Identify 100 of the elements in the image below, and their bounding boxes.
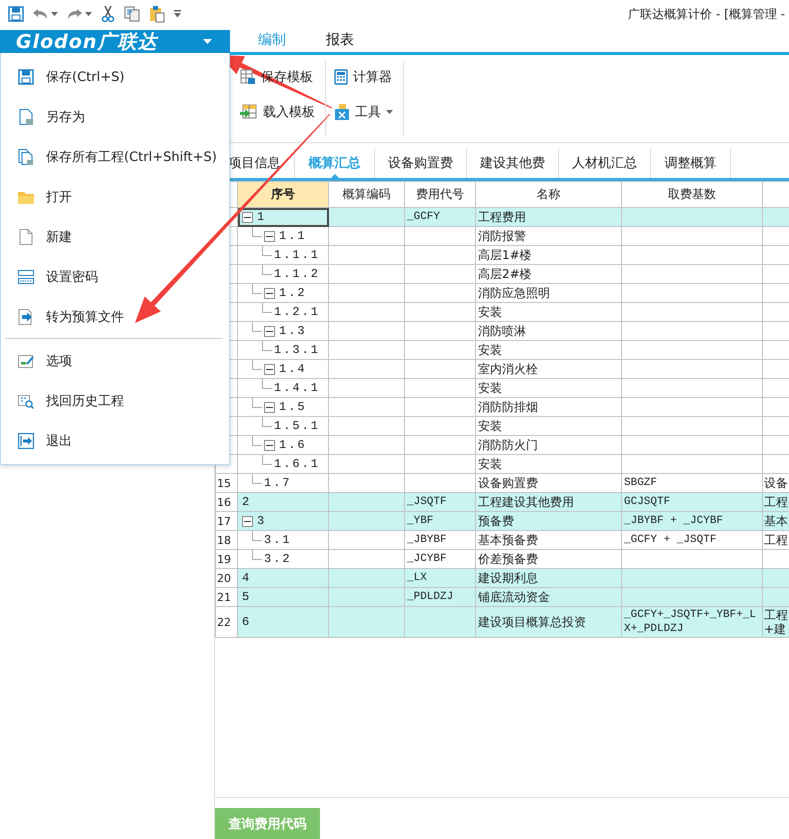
outline-cell[interactable]: 1.3 [238,322,328,340]
table-cell: _GCFY + _JSQTF [622,530,762,550]
table-cell: 建设项目概算总投资 [476,606,622,638]
outline-number: 1.1.1 [274,248,320,262]
outline-cell[interactable]: 1.4 [238,360,328,378]
table-cell: 预备费 [476,512,622,530]
row-number: 16 [216,492,238,512]
outline-number: 1.5 [279,400,307,414]
collapse-toggle[interactable] [264,230,275,242]
paste-icon[interactable] [149,5,165,23]
customize-icon[interactable] [174,10,181,18]
collapse-toggle[interactable] [264,440,275,450]
caret-icon [203,39,212,44]
column-header[interactable]: 取费基数 [622,182,762,208]
menu-item[interactable]: 保存(Ctrl+S) [1,57,229,97]
row-number: 18 [216,530,238,550]
exit-icon [18,433,34,449]
ribbon-button[interactable]: 载入模板 [240,101,315,123]
outline-cell[interactable]: 1.6 [238,436,328,454]
caret-icon [51,12,58,16]
copy-icon[interactable] [124,6,140,22]
outline-cell[interactable]: 2 [238,492,328,512]
row-number: 21 [216,588,238,606]
sheet-tab[interactable]: 设备购置费 [375,148,467,178]
menu-item[interactable]: 退出 [1,421,229,461]
undo-icon [33,8,48,20]
outline-cell[interactable]: 1.2.1 [238,302,328,322]
collapse-toggle[interactable] [264,326,275,336]
table-cell: 安装 [476,454,622,474]
table-cell: 工程费用 [476,208,622,226]
table-cell: GCJSQTF [622,492,762,512]
table-cell: 消防喷淋 [476,322,622,340]
table-cell: _GCFY+_JSQTF+_YBF+_LX+_PDLDZJ [622,606,762,638]
table-cell: _LX [404,568,476,588]
outline-cell[interactable]: 1.5.1 [238,416,328,436]
table-cell: 铺底流动资金 [476,588,622,606]
outline-number: 1.1 [279,229,307,243]
outline-number: 1.5.1 [274,419,320,433]
menu-item[interactable]: 设置密码 [1,257,229,297]
window-title: 广联达概算计价 - [概算管理 - [628,6,785,22]
outline-number: 4 [242,571,252,585]
table-cell: 基本 [762,512,789,530]
collapse-toggle[interactable] [242,212,253,222]
outline-cell[interactable]: 4 [238,568,328,588]
app-menu-button[interactable]: Glodon广联达 [0,30,230,53]
outline-cell[interactable]: 6 [238,606,328,638]
row-number: 17 [216,512,238,530]
table-cell: _JBYBF + _JCYBF [622,512,762,530]
table-cell: 安装 [476,302,622,322]
table-cell: 安装 [476,378,622,398]
outline-number: 1.6.1 [274,457,320,471]
sheet-tab[interactable]: 建设其他费 [467,148,559,178]
outline-cell[interactable]: 1.1.2 [238,264,328,284]
table-icon [240,69,256,85]
collapse-toggle[interactable] [264,402,275,412]
table-cell: 安装 [476,416,622,436]
outline-cell[interactable]: 5 [238,588,328,606]
ribbon-tab[interactable]: 报表 [322,28,358,52]
outline-cell[interactable]: 1.6.1 [238,454,328,474]
outline-cell[interactable]: 1.4.1 [238,378,328,398]
outline-cell[interactable]: 1.3.1 [238,340,328,360]
outline-cell[interactable]: 1.1 [238,226,328,246]
collapse-toggle[interactable] [242,516,253,526]
table-cell: 工程+建 [762,606,789,638]
menu-item[interactable]: 选项 [1,341,229,381]
outline-cell[interactable]: 1.2 [238,284,328,302]
outline-number: 1.4.1 [274,381,320,395]
outline-cell[interactable]: 1.5 [238,398,328,416]
sheet-tab[interactable]: 人材机汇总 [559,148,651,178]
menu-item[interactable]: 找回历史工程 [1,381,229,421]
document-icon [18,109,34,125]
row-number: 20 [216,568,238,588]
ribbon-button[interactable]: 工具 [334,101,393,123]
column-header[interactable]: 序号 [238,182,328,208]
outline-number: 5 [242,590,252,604]
outline-cell[interactable]: 3 [238,512,328,530]
save-icon[interactable] [8,6,24,22]
ribbon-button[interactable]: 计算器 [334,66,393,88]
collapse-toggle[interactable] [264,364,275,374]
form-icon [18,269,34,285]
pencil-form-icon [18,353,34,369]
cut-icon[interactable] [101,6,115,22]
collapse-toggle[interactable] [264,288,275,298]
outline-number: 1 [257,210,266,224]
outline-cell[interactable]: 1 [238,208,328,226]
undo-button[interactable] [33,8,58,20]
outline-cell[interactable]: 3.1 [238,530,328,550]
menu-item[interactable]: 新建 [1,217,229,257]
sheet-tab[interactable]: 调整概算 [651,148,731,178]
table-cell: _YBF [404,512,476,530]
redo-button[interactable] [67,8,92,20]
table-arrow-icon [240,104,258,120]
outline-number: 3.2 [264,552,292,566]
outline-cell[interactable]: 1.1.1 [238,246,328,264]
menu-item[interactable]: 打开 [1,177,229,217]
toolbox-icon [334,104,350,120]
menu-item[interactable]: 另存为 [1,97,229,137]
blank-page-icon [18,229,34,245]
redo-icon [67,8,82,20]
column-header[interactable]: 名称 [476,182,622,208]
